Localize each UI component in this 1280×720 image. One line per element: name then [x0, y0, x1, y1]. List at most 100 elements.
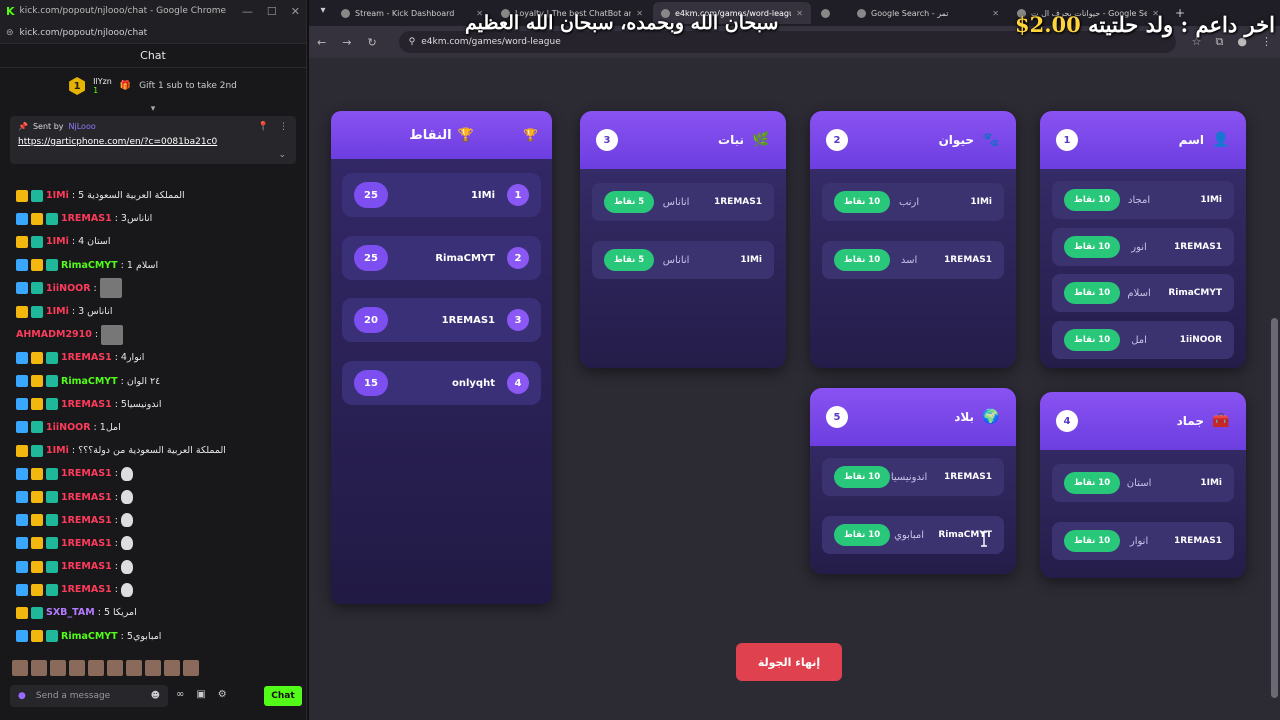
answer-word: اسد [900, 254, 918, 266]
chat-username[interactable]: 1REMAS1 [61, 468, 112, 479]
scoreboard-row: 2 RimaCMYT 25 [342, 236, 541, 280]
close-tab-icon[interactable]: ✕ [992, 9, 999, 18]
answer-word: امبابوي [894, 529, 925, 541]
emote-icon [120, 513, 133, 528]
unpin-icon[interactable]: 📍 [258, 122, 269, 132]
minimize-icon[interactable]: — [242, 5, 253, 18]
chat-image[interactable] [101, 324, 124, 345]
maximize-icon[interactable]: ☐ [267, 5, 277, 18]
pinned-user[interactable]: NjLooo [69, 122, 96, 131]
emote-icon [120, 490, 133, 505]
microphone-icon[interactable]: ● [18, 691, 26, 701]
emote-icon[interactable] [69, 660, 85, 676]
menu-icon[interactable]: ⋮ [1261, 35, 1272, 49]
chat-username[interactable]: 1REMAS1 [61, 538, 112, 549]
gear-icon[interactable]: ⚙ [218, 689, 227, 700]
chat-username[interactable]: 1IMi [46, 306, 69, 317]
sub-badge-icon [16, 351, 28, 364]
emote-icon[interactable] [88, 660, 104, 676]
trophy-icon: 🏆 [457, 127, 474, 143]
chat-username[interactable]: SXB_TAM [46, 607, 95, 618]
sub-badge-icon [16, 467, 28, 480]
reload-icon[interactable]: ↻ [367, 36, 376, 49]
chat-username[interactable]: 1IMi [46, 236, 69, 247]
chat-message: 1iiNOOR: [0, 277, 306, 300]
chat-username[interactable]: 1iiNOOR [46, 422, 91, 433]
profile-icon[interactable]: ● [1237, 35, 1247, 49]
chat-header: Chat [0, 44, 306, 68]
answer-user: 1REMAS1 [1173, 536, 1222, 546]
crown-badge-icon [31, 514, 43, 527]
chat-username[interactable]: RimaCMYT [61, 260, 118, 271]
points-badge: 10 نقاط [1064, 282, 1121, 304]
chat-username[interactable]: RimaCMYT [61, 631, 118, 642]
back-icon[interactable]: ← [317, 36, 326, 49]
og-badge-icon [31, 235, 43, 248]
last-donation-overlay: $2.00 اخر داعم : ولد حلتيته [1015, 12, 1275, 37]
tab-search-icon[interactable]: ▾ [315, 5, 331, 21]
emoji-icon[interactable]: ☻ [151, 691, 160, 701]
chat-username[interactable]: AHMADM2910 [16, 329, 92, 340]
chat-image[interactable] [99, 278, 122, 299]
end-round-button[interactable]: إنهاء الجولة [736, 643, 842, 681]
category-header: 🌿 نبات 3 [580, 111, 786, 169]
gift-leaderboard[interactable]: 1 IlYzn 1 🎁 Gift 1 sub to take 2nd [0, 68, 306, 104]
emote-icon[interactable] [183, 660, 199, 676]
points-badge: 10 نقاط [834, 466, 891, 488]
crown-badge-icon [31, 212, 43, 225]
close-tab-icon[interactable]: ✕ [796, 9, 803, 18]
chat-username[interactable]: 1REMAS1 [61, 584, 112, 595]
chat-message-text: : المملكة العربية السعودية 5 [71, 190, 185, 202]
og-badge-icon [31, 189, 43, 202]
chat-message: 1REMAS1: انوار4 [0, 346, 306, 369]
forward-icon[interactable]: → [342, 36, 351, 49]
chat-username[interactable]: 1REMAS1 [61, 515, 112, 526]
emote-icon[interactable] [12, 660, 28, 676]
close-icon[interactable]: ✕ [291, 5, 300, 18]
dhikr-overlay: سبحان الله وبحمده، سبحان الله العظيم [465, 12, 779, 34]
emote-icon[interactable] [145, 660, 161, 676]
chat-username[interactable]: RimaCMYT [61, 376, 118, 387]
emote-icon[interactable] [126, 660, 142, 676]
chat-username[interactable]: 1REMAS1 [61, 213, 112, 224]
page-scrollbar-thumb[interactable] [1271, 318, 1278, 698]
bookmark-star-icon[interactable]: ☆ [1192, 35, 1202, 49]
chat-username[interactable]: 1REMAS1 [61, 399, 112, 410]
donation-prefix: ولد حلتيته [1088, 12, 1174, 37]
gift-icon[interactable]: ▣ [196, 689, 205, 700]
infinity-icon[interactable]: ∞ [176, 689, 184, 700]
extensions-icon[interactable]: ⧉ [1216, 35, 1224, 49]
chat-username[interactable]: 1IMi [46, 445, 69, 456]
emote-icon[interactable] [50, 660, 66, 676]
pin-icon: 📌 [18, 122, 28, 131]
emote-icon[interactable] [31, 660, 47, 676]
chat-address-bar[interactable]: ⊜ kick.com/popout/njlooo/chat [0, 22, 306, 44]
chat-input-placeholder: Send a message [35, 691, 111, 701]
chevron-down-icon[interactable]: ⌄ [278, 150, 286, 160]
pinned-link[interactable]: https://garticphone.com/en/?c=0081ba21c0 [18, 137, 288, 147]
object-icon: 🧰 [1212, 413, 1230, 429]
answer-word: ارنب [898, 196, 920, 208]
chat-message-text: : المملكة العربية السعودية من دولة؟؟؟ [71, 445, 226, 457]
chat-username[interactable]: 1REMAS1 [61, 492, 112, 503]
chat-username[interactable]: 1iiNOOR [46, 283, 91, 294]
category-card: 🐾 حيوان 2 1IMi ارنب 10 نقاط 1REMAS1 اسد 10 نقاط [810, 111, 1016, 368]
more-options-icon[interactable]: ⋮ [279, 122, 288, 132]
browser-tab[interactable] [813, 2, 847, 24]
rank-number: 1 [507, 184, 529, 206]
emote-icon[interactable] [164, 660, 180, 676]
tab-title: Stream - Kick Dashboard [355, 8, 455, 18]
chevron-down-icon[interactable]: ▾ [0, 104, 306, 116]
answer-user: 1IMi [1200, 195, 1222, 205]
emote-icon[interactable] [107, 660, 123, 676]
chat-username[interactable]: 1REMAS1 [61, 352, 112, 363]
chat-message: 1IMi: استان 4 [0, 230, 306, 253]
chat-username[interactable]: 1IMi [46, 190, 69, 201]
answer-user: 1REMAS1 [943, 255, 992, 265]
points-badge: 10 نقاط [834, 249, 891, 271]
chat-send-button[interactable]: Chat [264, 686, 302, 706]
chat-username[interactable]: 1REMAS1 [61, 561, 112, 572]
browser-tab[interactable]: Google Search - تمر ✕ [849, 2, 1007, 24]
site-info-icon[interactable]: ⚲ [409, 37, 416, 47]
chat-message-input[interactable]: ● Send a message ☻ [10, 685, 168, 707]
